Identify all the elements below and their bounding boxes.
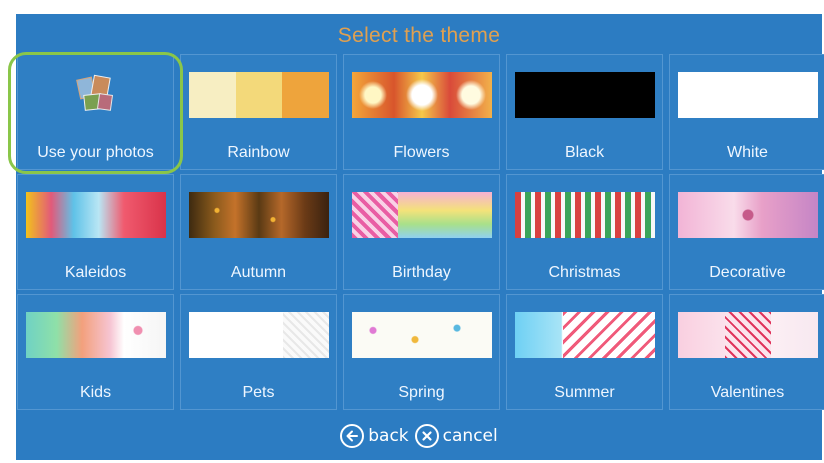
theme-label: Valentines — [710, 384, 785, 401]
theme-tile-white[interactable]: White — [669, 54, 824, 170]
flowers-preview — [352, 72, 492, 118]
theme-label: Autumn — [230, 264, 287, 281]
cancel-button[interactable]: cancel — [414, 424, 498, 448]
spring-preview — [352, 312, 492, 358]
theme-tile-rainbow[interactable]: Rainbow — [180, 54, 337, 170]
theme-label: Use your photos — [37, 144, 154, 161]
dialog-title: Select the theme — [337, 24, 501, 47]
white-preview — [678, 72, 818, 118]
decorative-preview — [678, 192, 818, 238]
back-label: back — [368, 426, 409, 446]
back-button[interactable]: back — [340, 424, 409, 448]
autumn-preview — [189, 192, 329, 238]
close-icon — [414, 424, 439, 448]
black-preview — [515, 72, 655, 118]
pets-preview — [189, 312, 329, 358]
birthday-preview — [352, 192, 492, 238]
theme-tile-pets[interactable]: Pets — [180, 294, 337, 410]
theme-label: Decorative — [709, 264, 786, 281]
theme-label: Kids — [79, 384, 112, 401]
back-arrow-icon — [340, 424, 365, 448]
theme-label: Christmas — [548, 264, 621, 281]
theme-tile-kaleidos[interactable]: Kaleidos — [17, 174, 174, 290]
photo-collage-icon — [26, 72, 166, 118]
theme-label: Spring — [398, 384, 445, 401]
theme-tile-summer[interactable]: Summer — [506, 294, 663, 410]
theme-label: Black — [564, 144, 605, 161]
rainbow-preview — [189, 72, 329, 118]
theme-label: Flowers — [393, 144, 450, 161]
theme-tile-decorative[interactable]: Decorative — [669, 174, 824, 290]
kaleidos-preview — [26, 192, 166, 238]
theme-label: Rainbow — [227, 144, 290, 161]
theme-tile-valentines[interactable]: Valentines — [669, 294, 824, 410]
theme-tile-kids[interactable]: Kids — [17, 294, 174, 410]
theme-label: Pets — [242, 384, 275, 401]
dialog-footer: back cancel — [16, 412, 822, 460]
theme-tile-use-your-photos[interactable]: Use your photos — [17, 54, 174, 170]
theme-tile-spring[interactable]: Spring — [343, 294, 500, 410]
theme-label: Summer — [554, 384, 615, 401]
summer-preview — [515, 312, 655, 358]
christmas-preview — [515, 192, 655, 238]
valentines-preview — [678, 312, 818, 358]
kids-preview — [26, 312, 166, 358]
cancel-label: cancel — [442, 426, 498, 446]
theme-tile-flowers[interactable]: Flowers — [343, 54, 500, 170]
theme-tile-autumn[interactable]: Autumn — [180, 174, 337, 290]
theme-label: Kaleidos — [64, 264, 127, 281]
theme-label: Birthday — [392, 264, 451, 281]
theme-tile-black[interactable]: Black — [506, 54, 663, 170]
theme-tile-christmas[interactable]: Christmas — [506, 174, 663, 290]
theme-label: White — [727, 144, 768, 161]
theme-tile-birthday[interactable]: Birthday — [343, 174, 500, 290]
